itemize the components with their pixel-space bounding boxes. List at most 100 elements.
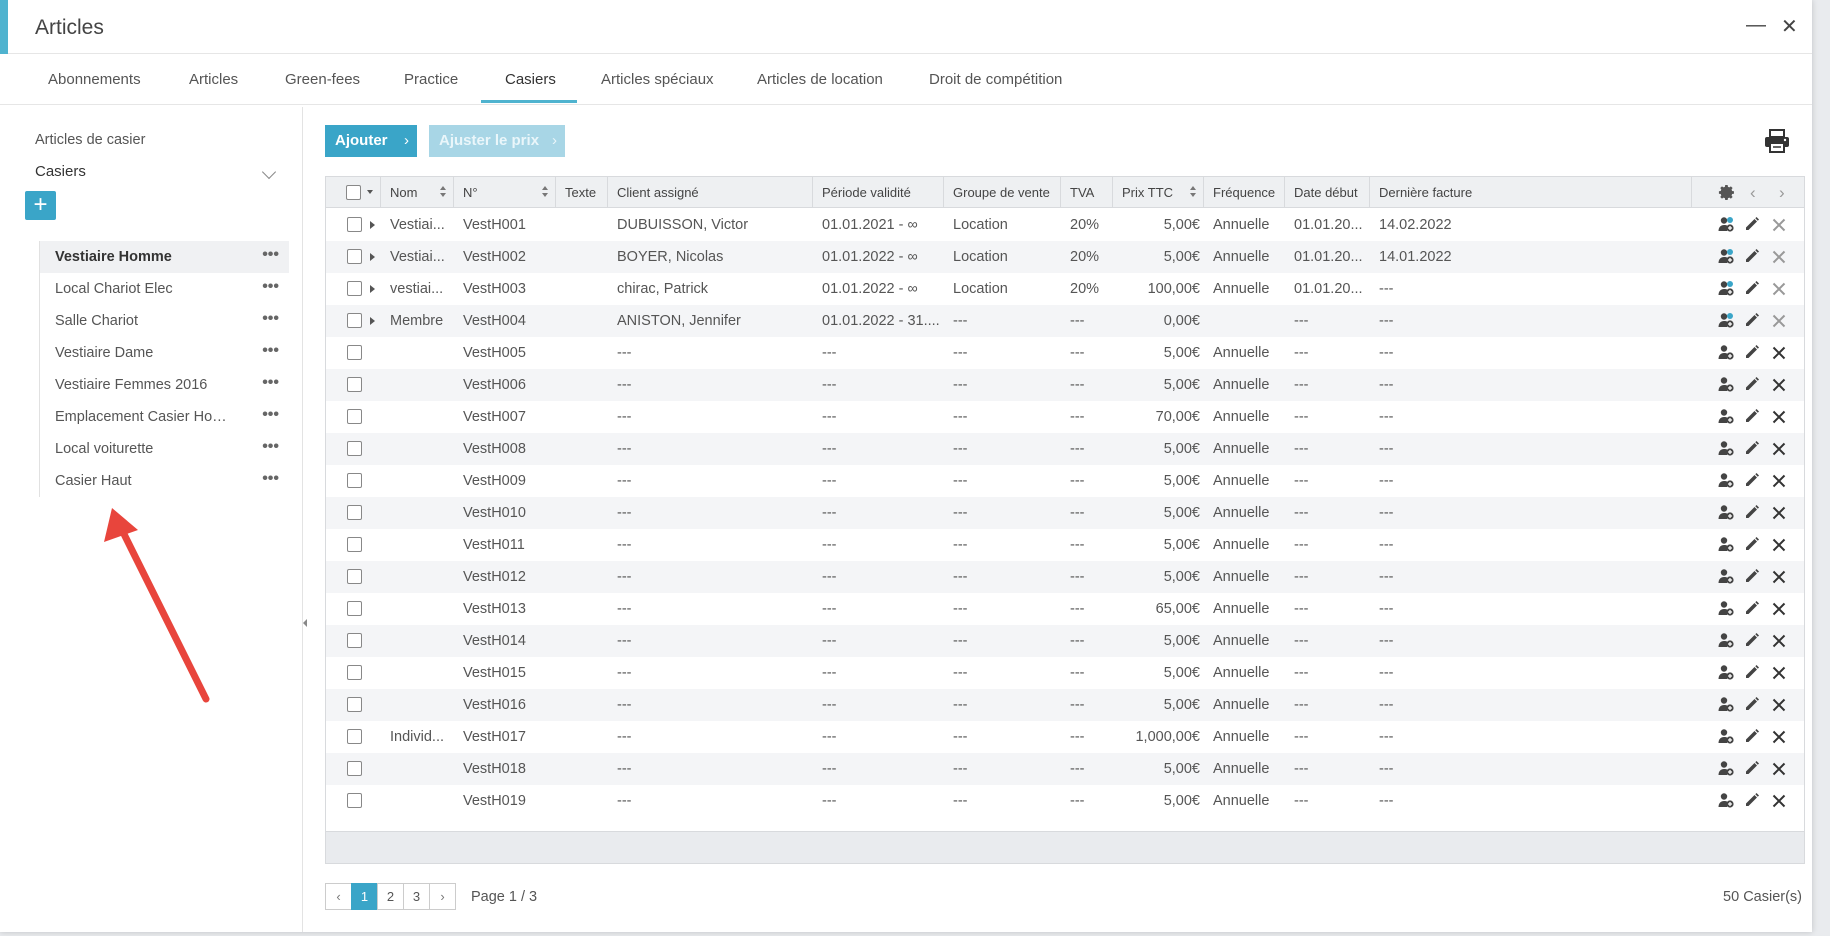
- delete-x-icon[interactable]: [1772, 538, 1786, 557]
- add-button[interactable]: Ajouter ›: [325, 125, 417, 157]
- more-options-icon[interactable]: •••: [262, 406, 279, 424]
- delete-x-icon[interactable]: [1772, 410, 1786, 429]
- edit-pencil-icon[interactable]: [1744, 280, 1760, 301]
- edit-pencil-icon[interactable]: [1744, 760, 1760, 781]
- tab-green-fees[interactable]: Green-fees: [285, 71, 360, 88]
- table-row[interactable]: VestH006 --- --- --- --- 5,00€ Annuelle --- ---: [326, 369, 1804, 401]
- row-checkbox[interactable]: [347, 761, 362, 776]
- tab-casiers[interactable]: Casiers: [505, 71, 556, 88]
- table-row[interactable]: VestH016 --- --- --- --- 5,00€ Annuelle --- ---: [326, 689, 1804, 721]
- table-row[interactable]: VestH007 --- --- --- --- 70,00€ Annuelle --- ---: [326, 401, 1804, 433]
- header-derniere-facture[interactable]: Dernière facture: [1370, 177, 1692, 208]
- tab-droit-de-competition[interactable]: Droit de compétition: [929, 71, 1062, 88]
- more-options-icon[interactable]: •••: [262, 278, 279, 296]
- assign-user-icon[interactable]: [1718, 344, 1734, 365]
- edit-pencil-icon[interactable]: [1744, 312, 1760, 333]
- print-icon[interactable]: [1764, 129, 1790, 153]
- minimize-icon[interactable]: —: [1746, 14, 1766, 37]
- header-client[interactable]: Client assigné: [608, 177, 813, 208]
- sidebar-group-title[interactable]: Casiers: [35, 163, 86, 180]
- table-row[interactable]: vestiai... VestH003 chirac, Patrick 01.01.2…: [326, 273, 1804, 305]
- pagination-page-button[interactable]: 2: [377, 883, 404, 910]
- delete-x-icon[interactable]: [1772, 218, 1786, 237]
- casier-list-item[interactable]: Salle Chariot •••: [40, 305, 289, 337]
- table-row[interactable]: Membre VestH004 ANISTON, Jennifer 01.01.202…: [326, 305, 1804, 337]
- pagination-page-button[interactable]: 1: [351, 883, 378, 910]
- edit-pencil-icon[interactable]: [1744, 376, 1760, 397]
- row-checkbox[interactable]: [347, 729, 362, 744]
- header-frequence[interactable]: Fréquence: [1204, 177, 1285, 208]
- casier-list-item[interactable]: Local Chariot Elec •••: [40, 273, 289, 305]
- tab-articles-de-location[interactable]: Articles de location: [757, 71, 883, 88]
- select-all-checkbox[interactable]: [346, 185, 361, 200]
- table-row[interactable]: VestH013 --- --- --- --- 65,00€ Annuelle --- ---: [326, 593, 1804, 625]
- row-checkbox[interactable]: [347, 217, 362, 232]
- pagination-next-button[interactable]: ›: [429, 883, 456, 910]
- delete-x-icon[interactable]: [1772, 474, 1786, 493]
- header-tva[interactable]: TVA: [1061, 177, 1113, 208]
- edit-pencil-icon[interactable]: [1744, 408, 1760, 429]
- chevron-down-icon[interactable]: [367, 190, 373, 194]
- delete-x-icon[interactable]: [1772, 250, 1786, 269]
- assign-user-icon[interactable]: [1718, 728, 1734, 749]
- row-checkbox[interactable]: [347, 377, 362, 392]
- assign-user-icon[interactable]: [1718, 696, 1734, 717]
- row-checkbox[interactable]: [347, 505, 362, 520]
- row-checkbox[interactable]: [347, 633, 362, 648]
- assign-user-icon[interactable]: [1718, 216, 1734, 237]
- assign-user-icon[interactable]: [1718, 536, 1734, 557]
- assign-user-icon[interactable]: [1718, 792, 1734, 813]
- edit-pencil-icon[interactable]: [1744, 600, 1760, 621]
- tab-articles-speciaux[interactable]: Articles spéciaux: [601, 71, 714, 88]
- row-checkbox[interactable]: [347, 313, 362, 328]
- more-options-icon[interactable]: •••: [262, 374, 279, 392]
- header-periode[interactable]: Période validité: [813, 177, 944, 208]
- table-row[interactable]: VestH014 --- --- --- --- 5,00€ Annuelle --- ---: [326, 625, 1804, 657]
- table-row[interactable]: VestH018 --- --- --- --- 5,00€ Annuelle --- ---: [326, 753, 1804, 785]
- chevron-down-icon[interactable]: [261, 164, 277, 180]
- chevron-right-icon[interactable]: ›: [1779, 183, 1785, 203]
- pagination-page-button[interactable]: 3: [403, 883, 430, 910]
- edit-pencil-icon[interactable]: [1744, 536, 1760, 557]
- delete-x-icon[interactable]: [1772, 666, 1786, 685]
- expand-row-icon[interactable]: [370, 221, 375, 229]
- header-nom[interactable]: Nom: [381, 177, 454, 208]
- table-row[interactable]: VestH009 --- --- --- --- 5,00€ Annuelle --- ---: [326, 465, 1804, 497]
- edit-pencil-icon[interactable]: [1744, 568, 1760, 589]
- row-checkbox[interactable]: [347, 601, 362, 616]
- casier-list-item[interactable]: Emplacement Casier Hom... •••: [40, 401, 289, 433]
- delete-x-icon[interactable]: [1772, 570, 1786, 589]
- delete-x-icon[interactable]: [1772, 346, 1786, 365]
- add-casier-button[interactable]: +: [25, 191, 56, 220]
- delete-x-icon[interactable]: [1772, 762, 1786, 781]
- edit-pencil-icon[interactable]: [1744, 664, 1760, 685]
- more-options-icon[interactable]: •••: [262, 310, 279, 328]
- edit-pencil-icon[interactable]: [1744, 728, 1760, 749]
- casier-list-item[interactable]: Vestiaire Femmes 2016 •••: [40, 369, 289, 401]
- more-options-icon[interactable]: •••: [262, 342, 279, 360]
- table-row[interactable]: VestH010 --- --- --- --- 5,00€ Annuelle --- ---: [326, 497, 1804, 529]
- delete-x-icon[interactable]: [1772, 442, 1786, 461]
- assign-user-icon[interactable]: [1718, 248, 1734, 269]
- delete-x-icon[interactable]: [1772, 314, 1786, 333]
- edit-pencil-icon[interactable]: [1744, 504, 1760, 525]
- header-texte[interactable]: Texte: [556, 177, 608, 208]
- close-icon[interactable]: ✕: [1781, 14, 1798, 39]
- assign-user-icon[interactable]: [1718, 600, 1734, 621]
- delete-x-icon[interactable]: [1772, 698, 1786, 717]
- casier-list-item[interactable]: Casier Haut •••: [40, 465, 289, 497]
- row-checkbox[interactable]: [347, 793, 362, 808]
- edit-pencil-icon[interactable]: [1744, 344, 1760, 365]
- pagination-prev-button[interactable]: ‹: [325, 883, 352, 910]
- assign-user-icon[interactable]: [1718, 568, 1734, 589]
- row-checkbox[interactable]: [347, 665, 362, 680]
- delete-x-icon[interactable]: [1772, 730, 1786, 749]
- header-no[interactable]: N°: [454, 177, 556, 208]
- expand-row-icon[interactable]: [370, 285, 375, 293]
- edit-pencil-icon[interactable]: [1744, 440, 1760, 461]
- row-checkbox[interactable]: [347, 569, 362, 584]
- edit-pencil-icon[interactable]: [1744, 216, 1760, 237]
- edit-pencil-icon[interactable]: [1744, 632, 1760, 653]
- row-checkbox[interactable]: [347, 473, 362, 488]
- assign-user-icon[interactable]: [1718, 280, 1734, 301]
